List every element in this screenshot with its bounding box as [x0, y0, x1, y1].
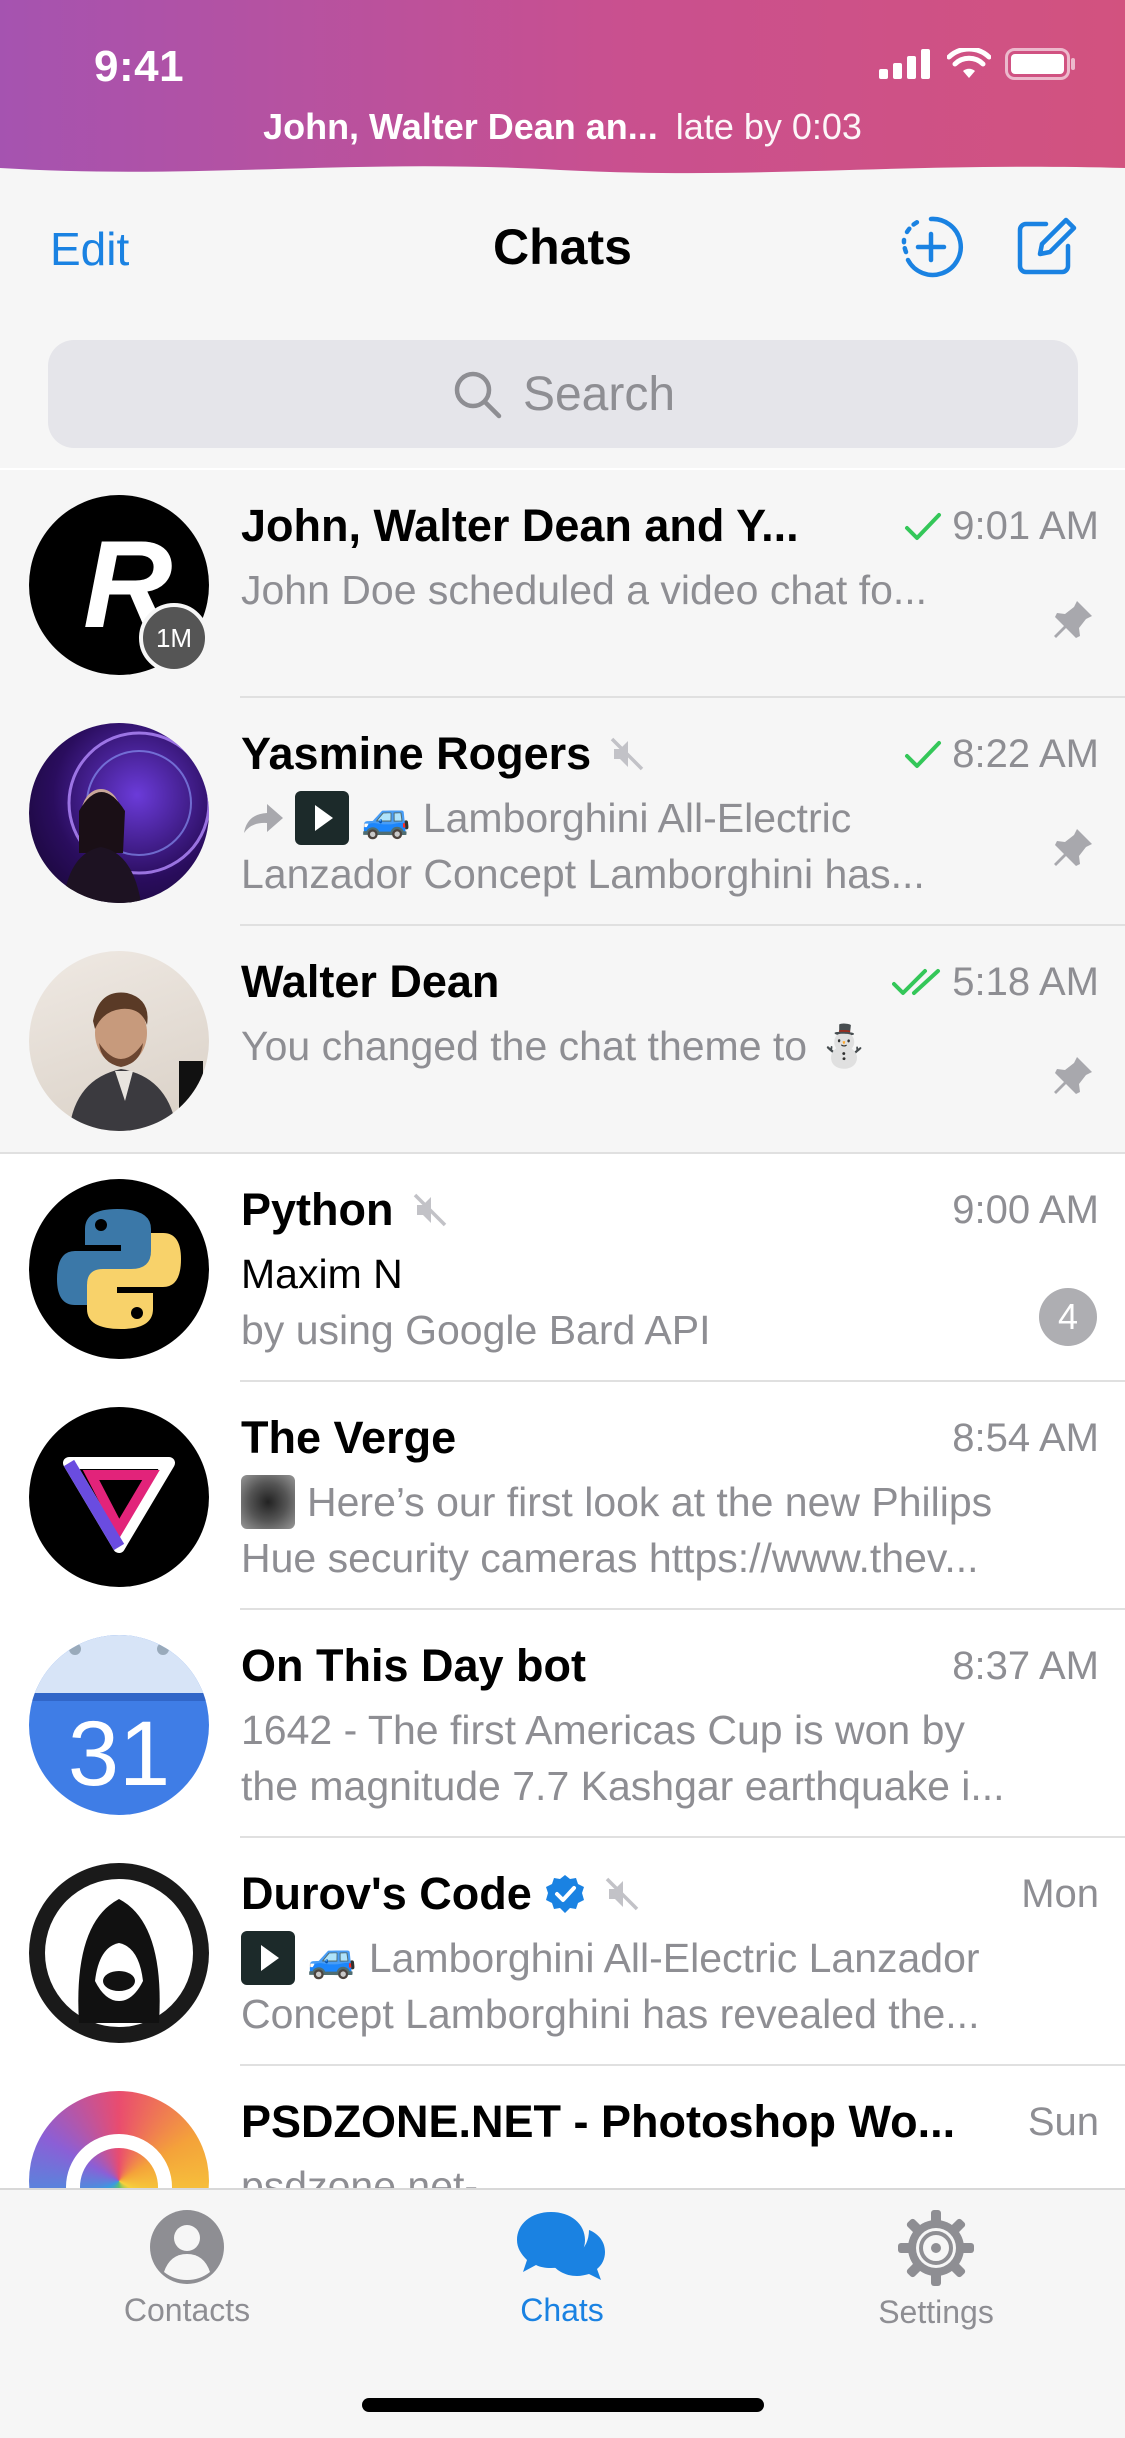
chat-row[interactable]: Python 9:00 AM Maxim N by using Google B… — [0, 1154, 1125, 1382]
status-time: 9:41 — [94, 42, 185, 91]
battery-icon — [1005, 48, 1075, 80]
avatar — [29, 1863, 209, 2043]
chat-time-wrap: 8:37 AM — [952, 1644, 1099, 1689]
chat-time: 8:22 AM — [952, 732, 1099, 776]
call-banner[interactable]: 9:41 John, Walter Dean an... late by 0:03 — [0, 0, 1125, 180]
add-circle-icon — [901, 216, 963, 278]
chat-name: PSDZONE.NET - Photoshop Wo... — [241, 2096, 956, 2147]
unread-badge: 4 — [1039, 1288, 1097, 1346]
chat-row[interactable]: The Verge 8:54 AM Here’s our first look … — [0, 1382, 1125, 1610]
double-check-icon — [892, 968, 941, 995]
search-placeholder: Search — [522, 367, 676, 421]
chat-preview: Here’s our first look at the new Philips… — [241, 1474, 1025, 1586]
chat-list: R 1M John, Walter Dean and Y... 9:01 AM … — [0, 470, 1125, 2294]
chat-time-wrap: 8:54 AM — [952, 1416, 1099, 1461]
chat-row[interactable]: Durov's Code Mon 🚙 Lamborghini All-Elect… — [0, 1838, 1125, 2066]
tab-label: Contacts — [123, 2292, 251, 2328]
chat-time: 9:00 AM — [952, 1188, 1099, 1232]
verified-icon — [545, 1875, 584, 1913]
chats-icon — [517, 2212, 605, 2280]
chat-preview: 🚙 Lamborghini All-Electric Lanzador Conc… — [241, 1930, 1025, 2042]
read-check-icon — [905, 740, 942, 768]
chat-time: 5:18 AM — [952, 960, 1099, 1004]
message-sender: Maxim N — [241, 1251, 403, 1297]
chat-row[interactable]: 31 On This Day bot 8:37 AM 1642 - The fi… — [0, 1610, 1125, 1838]
chats-header: Edit Chats Search — [0, 178, 1125, 468]
tab-label: Settings — [878, 2294, 994, 2330]
new-story-button[interactable] — [898, 214, 964, 280]
avatar — [29, 1407, 209, 1587]
pin-icon — [1054, 1057, 1092, 1094]
muted-icon — [605, 1877, 638, 1911]
chat-preview: You changed the chat theme to ⛄ — [241, 1023, 870, 1069]
chat-row[interactable]: Yasmine Rogers 8:22 AM 🚙 Lamborghini All… — [0, 698, 1125, 926]
call-status-text[interactable]: John, Walter Dean an... late by 0:03 — [0, 106, 1125, 148]
chat-preview: 1642 - The first Americas Cup is won by … — [241, 1707, 1005, 1809]
muted-icon — [610, 737, 644, 771]
chat-time-wrap: 5:18 AM — [892, 960, 1099, 1005]
avatar — [29, 723, 209, 903]
video-thumbnail-icon — [241, 1931, 295, 1985]
tab-contacts[interactable]: Contacts — [77, 2208, 297, 2329]
chat-time-wrap: Mon — [1021, 1872, 1099, 1917]
chat-row[interactable]: Walter Dean 5:18 AM You changed the chat… — [0, 926, 1125, 1154]
banner-wave — [0, 166, 1125, 180]
car-emoji-icon: 🚙 — [361, 796, 411, 840]
chat-preview: 🚙 Lamborghini All-Electric Lanzador Conc… — [241, 790, 1025, 902]
tab-settings[interactable]: Settings — [826, 2208, 1046, 2331]
read-check-icon — [905, 512, 942, 540]
chat-row[interactable]: R 1M John, Walter Dean and Y... 9:01 AM … — [0, 470, 1125, 698]
call-late-text: late by 0:03 — [675, 106, 862, 147]
chat-name: Walter Dean — [241, 956, 500, 1007]
car-emoji-icon: 🚙 — [307, 1936, 357, 1980]
photo-thumbnail-icon — [241, 1475, 295, 1529]
avatar — [29, 1179, 209, 1359]
tab-label: Chats — [520, 2292, 604, 2328]
story-timer-badge: 1M — [139, 603, 209, 673]
compose-button[interactable] — [1012, 214, 1078, 280]
calendar-date: 31 — [68, 1703, 170, 1805]
search-field[interactable]: Search — [48, 340, 1078, 448]
status-icons — [879, 48, 1077, 80]
chat-time-wrap: 9:00 AM — [952, 1188, 1099, 1233]
compose-icon — [1017, 217, 1077, 275]
video-thumbnail-icon — [295, 791, 349, 845]
chat-name: The Verge — [241, 1412, 457, 1463]
chat-time: Sun — [1027, 2100, 1099, 2144]
avatar — [29, 951, 209, 1131]
chat-time: 8:37 AM — [952, 1644, 1099, 1688]
contacts-icon — [150, 2210, 224, 2284]
pin-icon — [1054, 829, 1092, 866]
chat-time: 8:54 AM — [952, 1416, 1099, 1460]
wifi-icon — [947, 48, 991, 78]
chat-name: Yasmine Rogers — [241, 728, 645, 780]
chat-time: 9:01 AM — [952, 504, 1099, 548]
chat-name: Durov's Code — [241, 1868, 640, 1920]
chat-time-wrap: 8:22 AM — [904, 732, 1099, 777]
chat-preview: Maxim N by using Google Bard API — [241, 1246, 1025, 1358]
search-icon — [454, 371, 502, 419]
chat-preview: John Doe scheduled a video chat fo... — [241, 567, 928, 613]
gear-icon — [898, 2210, 974, 2286]
avatar: 31 — [29, 1635, 209, 1815]
chat-name: Python — [241, 1184, 448, 1236]
home-indicator — [362, 2398, 764, 2412]
chat-time-wrap: Sun — [1028, 2100, 1099, 2145]
forward-icon — [244, 804, 283, 833]
chat-time-wrap: 9:01 AM — [904, 504, 1099, 549]
pin-icon — [1054, 601, 1092, 638]
muted-icon — [413, 1193, 446, 1227]
tab-chats[interactable]: Chats — [452, 2208, 672, 2329]
chat-name: On This Day bot — [241, 1640, 587, 1691]
call-participants: John, Walter Dean an... — [263, 106, 658, 147]
chat-name: John, Walter Dean and Y... — [241, 500, 799, 551]
signal-icon — [879, 49, 930, 79]
chat-time: Mon — [1021, 1872, 1099, 1916]
